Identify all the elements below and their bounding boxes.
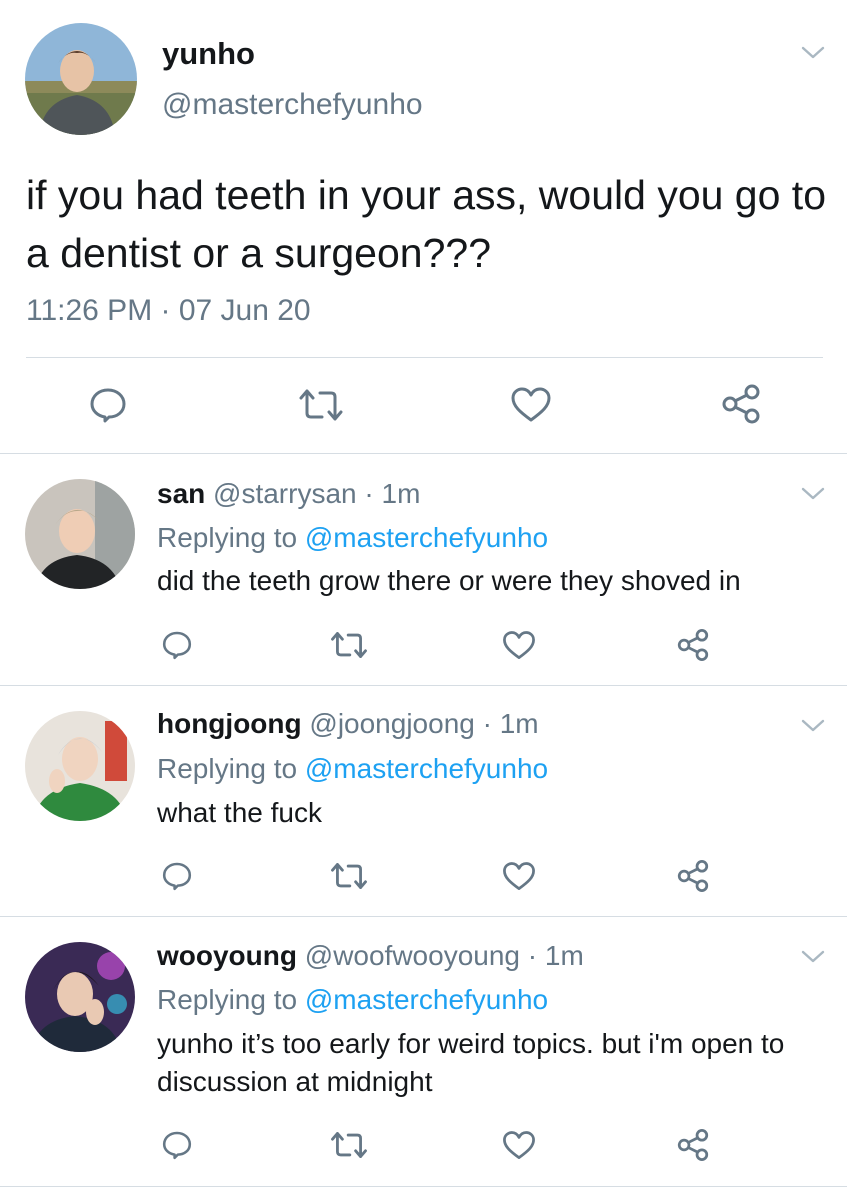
reply-icon[interactable]: [159, 627, 195, 663]
reply-header: wooyoung @woofwooyoung · 1m: [157, 940, 584, 972]
share-icon[interactable]: [674, 1126, 712, 1164]
share-icon[interactable]: [718, 381, 764, 427]
reply-header: san @starrysan · 1m: [157, 478, 420, 510]
reply-display-name[interactable]: san: [157, 478, 205, 509]
main-display-name[interactable]: yunho: [162, 36, 255, 72]
reply-display-name[interactable]: wooyoung: [157, 940, 297, 971]
reply-handle[interactable]: @starrysan: [213, 478, 357, 509]
replying-to-mention[interactable]: @masterchefyunho: [305, 753, 548, 784]
replying-to-prefix: Replying to: [157, 984, 305, 1015]
reply-icon[interactable]: [159, 1127, 195, 1163]
separator: [0, 453, 847, 454]
separator: [0, 685, 847, 686]
retweet-icon[interactable]: [328, 858, 370, 894]
replying-to: Replying to @masterchefyunho: [157, 753, 548, 785]
replying-to-prefix: Replying to: [157, 753, 305, 784]
avatar-hongjoong[interactable]: [25, 711, 135, 821]
reply-handle[interactable]: @joongjoong: [309, 708, 474, 739]
avatar-san[interactable]: [25, 479, 135, 589]
reply-time[interactable]: · 1m: [364, 478, 420, 509]
divider: [26, 357, 823, 358]
reply-icon[interactable]: [86, 383, 130, 427]
reply-text: did the teeth grow there or were they sh…: [157, 565, 741, 596]
replying-to: Replying to @masterchefyunho: [157, 522, 548, 554]
replying-to-mention[interactable]: @masterchefyunho: [305, 522, 548, 553]
like-icon[interactable]: [508, 383, 554, 427]
chevron-down-icon[interactable]: [800, 717, 826, 735]
main-handle[interactable]: @masterchefyunho: [162, 88, 423, 122]
chevron-down-icon[interactable]: [800, 44, 826, 62]
reply-handle[interactable]: @woofwooyoung: [305, 940, 520, 971]
chevron-down-icon[interactable]: [800, 485, 826, 503]
replying-to-mention[interactable]: @masterchefyunho: [305, 984, 548, 1015]
main-tweet-text: if you had teeth in your ass, would you …: [26, 172, 827, 276]
reply-icon[interactable]: [159, 858, 195, 894]
reply-text: what the fuck: [157, 797, 322, 828]
reply-text: yunho it’s too early for weird topics. b…: [157, 1028, 785, 1097]
reply-time[interactable]: · 1m: [483, 708, 539, 739]
chevron-down-icon[interactable]: [800, 948, 826, 966]
retweet-icon[interactable]: [296, 383, 346, 427]
reply-time[interactable]: · 1m: [528, 940, 584, 971]
replying-to: Replying to @masterchefyunho: [157, 984, 548, 1016]
like-icon[interactable]: [500, 1127, 538, 1163]
retweet-icon[interactable]: [328, 1127, 370, 1163]
separator: [0, 916, 847, 917]
like-icon[interactable]: [500, 627, 538, 663]
reply-display-name[interactable]: hongjoong: [157, 708, 302, 739]
share-icon[interactable]: [674, 626, 712, 664]
retweet-icon[interactable]: [328, 627, 370, 663]
separator: [0, 1186, 847, 1187]
reply-header: hongjoong @joongjoong · 1m: [157, 708, 539, 740]
main-timestamp[interactable]: 11:26 PM · 07 Jun 20: [26, 294, 311, 328]
avatar-main[interactable]: [25, 23, 137, 135]
like-icon[interactable]: [500, 858, 538, 894]
replying-to-prefix: Replying to: [157, 522, 305, 553]
avatar-wooyoung[interactable]: [25, 942, 135, 1052]
share-icon[interactable]: [674, 857, 712, 895]
